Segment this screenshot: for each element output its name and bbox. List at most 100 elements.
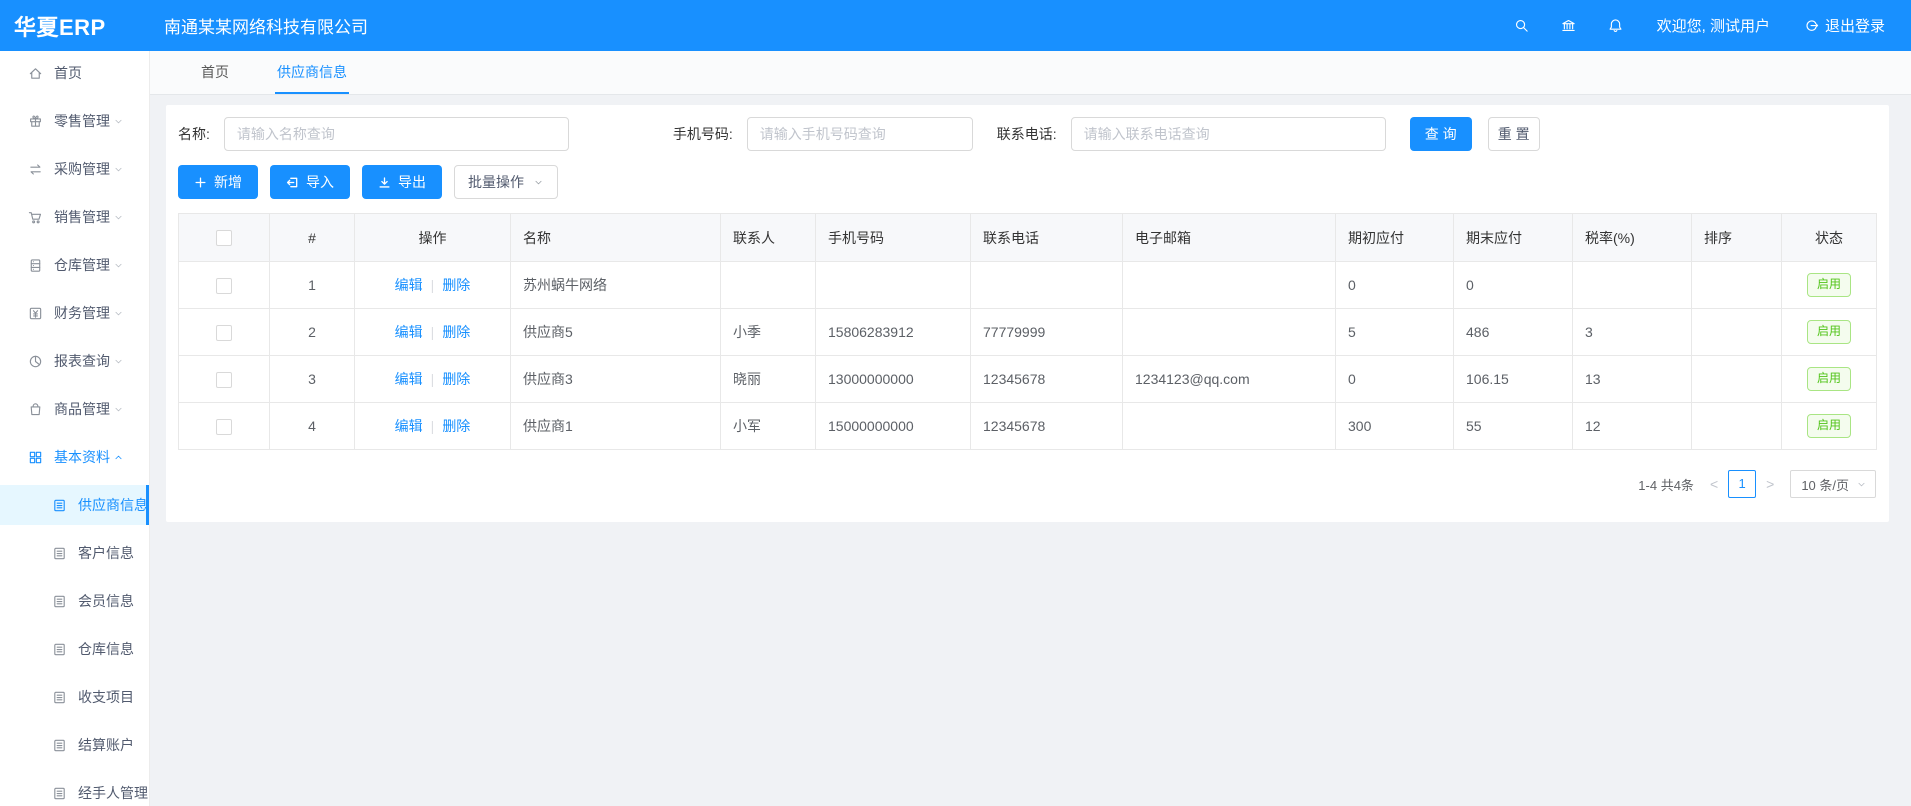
delete-link[interactable]: 删除 [442,277,470,293]
sidebar-subitem-1[interactable]: 客户信息 [0,533,149,573]
sidebar-subitem-label: 结算账户 [78,735,134,755]
row-checkbox[interactable] [216,419,232,435]
cell-index: 1 [270,262,355,309]
cell-phone [816,262,971,309]
chevron-down-icon [113,212,124,223]
sidebar-item-2[interactable]: 采购管理 [0,149,149,189]
cell-sort [1692,262,1782,309]
logout-icon [1804,18,1819,33]
export-button[interactable]: 导出 [362,165,442,199]
row-checkbox[interactable] [216,278,232,294]
edit-link[interactable]: 编辑 [395,418,423,434]
table-row: 1编辑|删除苏州蜗牛网络00启用 [179,262,1877,309]
cell-operations: 编辑|删除 [355,262,511,309]
welcome-text: 欢迎您, 测试用户 [1657,15,1770,36]
pagination-total: 1-4 共4条 [1638,475,1694,494]
gift-icon [28,114,43,129]
doc-icon [52,786,67,801]
search-icon[interactable] [1514,18,1529,33]
edit-link[interactable]: 编辑 [395,324,423,340]
delete-link[interactable]: 删除 [442,371,470,387]
delete-link[interactable]: 删除 [442,324,470,340]
sidebar-item-3[interactable]: 销售管理 [0,197,149,237]
sidebar-item-8[interactable]: 基本资料 [0,437,149,477]
cell-name: 苏州蜗牛网络 [511,262,721,309]
select-all-checkbox[interactable] [216,230,232,246]
import-button[interactable]: 导入 [270,165,350,199]
sidebar-subitem-2[interactable]: 会员信息 [0,581,149,621]
sidebar-item-6[interactable]: 报表查询 [0,341,149,381]
tab-home[interactable]: 首页 [199,51,231,94]
cell-opening-payable: 0 [1336,262,1454,309]
telephone-search-input[interactable] [1071,117,1386,151]
sidebar-subitem-6[interactable]: 经手人管理 [0,773,149,806]
header-actions: 欢迎您, 测试用户 退出登录 [1482,15,1911,36]
cell-status: 启用 [1782,309,1877,356]
reset-button[interactable]: 重 置 [1488,117,1540,151]
logout-button[interactable]: 退出登录 [1804,15,1885,36]
next-page-arrow[interactable]: > [1760,476,1780,492]
cell-email [1123,262,1336,309]
add-button[interactable]: 新增 [178,165,258,199]
cell-opening-payable: 5 [1336,309,1454,356]
sidebar-item-5[interactable]: 财务管理 [0,293,149,333]
sidebar-item-label: 仓库管理 [54,255,110,275]
chevron-down-icon [113,404,124,415]
page-number[interactable]: 1 [1728,470,1756,498]
cell-closing-payable: 55 [1454,403,1573,450]
sidebar-subitem-4[interactable]: 收支项目 [0,677,149,717]
export-label: 导出 [398,172,426,192]
row-checkbox[interactable] [216,372,232,388]
table-row: 4编辑|删除供应商1小军15000000000123456783005512启用 [179,403,1877,450]
sidebar: 首页零售管理采购管理销售管理仓库管理财务管理报表查询商品管理基本资料供应商信息客… [0,51,150,806]
import-label: 导入 [306,172,334,192]
telephone-label: 联系电话: [997,124,1057,144]
cell-status: 启用 [1782,262,1877,309]
sidebar-item-1[interactable]: 零售管理 [0,101,149,141]
batch-operation-button[interactable]: 批量操作 [454,165,558,199]
phone-search-input[interactable] [747,117,973,151]
sidebar-item-4[interactable]: 仓库管理 [0,245,149,285]
chevron-down-icon [113,356,124,367]
name-label: 名称: [178,124,210,144]
sidebar-subitem-5[interactable]: 结算账户 [0,725,149,765]
query-button[interactable]: 查 询 [1410,117,1472,151]
select-all-cell [179,214,270,262]
toolbar: 新增 导入 导出 批量操作 [178,165,1877,199]
cell-tax-rate: 12 [1573,403,1692,450]
cell-phone: 15000000000 [816,403,971,450]
sidebar-item-0[interactable]: 首页 [0,53,149,93]
prev-page-arrow[interactable]: < [1704,476,1724,492]
notification-bell-icon[interactable] [1608,18,1623,33]
edit-link[interactable]: 编辑 [395,371,423,387]
company-name: 南通某某网络科技有限公司 [164,13,368,38]
cell-phone: 13000000000 [816,356,971,403]
cell-index: 4 [270,403,355,450]
sidebar-item-7[interactable]: 商品管理 [0,389,149,429]
tab-supplier-info[interactable]: 供应商信息 [275,51,349,94]
cell-opening-payable: 0 [1336,356,1454,403]
cell-email [1123,403,1336,450]
content-card: 名称: 手机号码: 联系电话: 查 询 重 置 新增 导入 [166,105,1889,522]
top-header: 华夏ERP 南通某某网络科技有限公司 欢迎您, 测试用户 退出登录 [0,0,1911,51]
page-size-select[interactable]: 10 条/页 [1790,470,1876,498]
chevron-down-icon [1856,479,1867,490]
pagination: 1-4 共4条 < 1 > 10 条/页 [178,470,1876,498]
edit-link[interactable]: 编辑 [395,277,423,293]
platform-bank-icon[interactable] [1561,18,1576,33]
column-header-7: 期初应付 [1336,214,1454,262]
doc-icon [52,690,67,705]
cell-sort [1692,356,1782,403]
name-search-input[interactable] [224,117,569,151]
row-checkbox[interactable] [216,325,232,341]
doc-icon [52,546,67,561]
cell-name: 供应商3 [511,356,721,403]
cell-telephone: 12345678 [971,403,1123,450]
sidebar-subitem-3[interactable]: 仓库信息 [0,629,149,669]
cell-name: 供应商5 [511,309,721,356]
import-icon [286,176,299,189]
tab-bar: 首页 供应商信息 [150,51,1911,95]
sidebar-subitem-0[interactable]: 供应商信息 [0,485,149,525]
cell-tax-rate: 13 [1573,356,1692,403]
delete-link[interactable]: 删除 [442,418,470,434]
